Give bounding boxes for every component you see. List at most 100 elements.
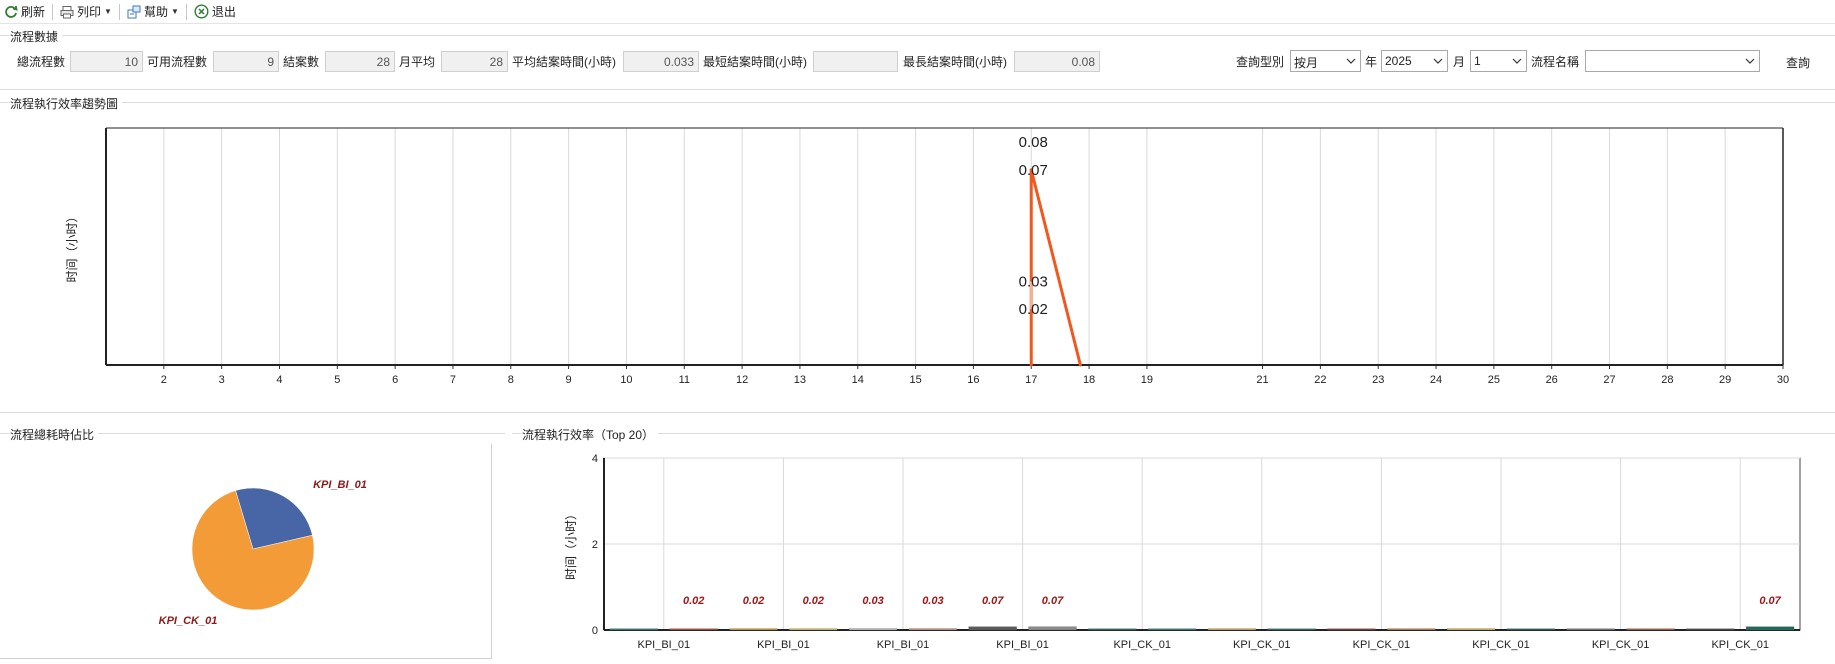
max-close-time-field[interactable]: 0.08: [1014, 51, 1100, 72]
toolbar-divider: [52, 3, 54, 20]
total-flows-field[interactable]: 10: [70, 51, 143, 72]
chevron-down-icon: [1346, 58, 1356, 64]
x-tick-label: KPI_CK_01: [1113, 639, 1170, 651]
toolbar-divider: [185, 3, 187, 20]
x-tick-label: 5: [334, 374, 340, 386]
year-value: 2025: [1385, 54, 1412, 68]
bar: [1686, 628, 1735, 631]
x-tick-label: 27: [1603, 374, 1615, 386]
refresh-label: 刷新: [21, 5, 46, 19]
y-axis-label: 时间（小时）: [65, 210, 79, 282]
chevron-down-icon: ▼: [104, 7, 112, 16]
x-tick-label: KPI_BI_01: [757, 639, 810, 651]
bar-value-label: 0.02: [683, 595, 704, 607]
min-close-time-field[interactable]: [813, 51, 898, 72]
flow-name-label: 流程名稱: [1531, 55, 1580, 69]
x-tick-label: 4: [276, 374, 282, 386]
help-button[interactable]: 幫助 ▼: [123, 1, 183, 23]
x-tick-label: KPI_BI_01: [877, 639, 930, 651]
chevron-down-icon: [1433, 58, 1443, 64]
monthly-avg-field[interactable]: 28: [441, 51, 508, 72]
bar: [1267, 628, 1316, 631]
bar: [1746, 626, 1795, 631]
pie-chart: KPI_BI_01 KPI_CK_01: [159, 479, 367, 627]
year-select[interactable]: 2025: [1381, 50, 1448, 72]
x-tick-label: 9: [566, 374, 572, 386]
x-tick-label: 14: [852, 374, 864, 386]
bar: [849, 628, 898, 631]
bar: [729, 628, 778, 631]
bar: [1148, 628, 1197, 631]
print-button[interactable]: 列印 ▼: [56, 1, 116, 23]
x-tick-label: 29: [1719, 374, 1731, 386]
query-type-select[interactable]: 按月: [1290, 50, 1361, 72]
stats-group-bottom: [0, 89, 1835, 90]
bar: [1566, 628, 1615, 631]
monthly-avg-label: 月平均: [399, 55, 436, 69]
bar: [1387, 628, 1436, 631]
bar-chart: 0 2 4 KPI_BI_01 KPI_BI_01 KPI_BI_01 KPI_BI_01 K…: [564, 453, 1801, 651]
bar-value-label: 0.07: [1759, 595, 1781, 607]
exit-button[interactable]: 退出: [190, 1, 240, 23]
month-select[interactable]: 1: [1470, 50, 1527, 72]
help-label: 幫助: [143, 5, 168, 19]
x-tick-label: 7: [450, 374, 456, 386]
x-tick-label: 24: [1430, 374, 1442, 386]
refresh-icon: [5, 5, 18, 18]
bar-group-border: [512, 433, 1835, 434]
data-label: 0.07: [1019, 162, 1048, 179]
y-tick-label: 0: [592, 625, 598, 637]
x-tick-label: 3: [219, 374, 225, 386]
bar: [1207, 628, 1256, 631]
bar: [1506, 628, 1555, 631]
x-tick-label: 11: [679, 374, 690, 386]
flow-name-select[interactable]: [1585, 50, 1760, 72]
x-tick-label: 23: [1372, 374, 1384, 386]
x-tick-label: 22: [1314, 374, 1326, 386]
chevron-down-icon: ▼: [170, 7, 179, 16]
y-tick-label: 4: [592, 453, 598, 465]
closed-cases-label: 結案數: [283, 55, 320, 69]
bar: [669, 628, 718, 631]
plot-area: [106, 128, 1783, 365]
bar-value-label: 0.02: [743, 595, 764, 607]
x-tick-label: 28: [1661, 374, 1673, 386]
available-flows-field[interactable]: 9: [213, 51, 279, 72]
bar: [789, 628, 838, 631]
min-close-time-label: 最短結案時間(小時): [703, 55, 807, 69]
x-tick-label: 26: [1546, 374, 1558, 386]
x-tick-label: 10: [620, 374, 632, 386]
y-axis-label: 时间（小时）: [564, 508, 578, 580]
query-button[interactable]: 查詢: [1768, 50, 1828, 72]
max-close-time-label: 最長結案時間(小時): [903, 55, 1007, 69]
print-label: 列印: [77, 5, 102, 19]
trend-point: [1029, 363, 1033, 367]
bar-value-label: 0.03: [922, 595, 943, 607]
x-tick-label: 2: [161, 374, 167, 386]
available-flows-label: 可用流程數: [147, 55, 208, 69]
y-tick-label: 2: [592, 539, 598, 551]
bar: [1327, 628, 1376, 631]
bar: [1447, 628, 1496, 631]
x-tick-label: 13: [794, 374, 806, 386]
pie-slice-label: KPI_CK_01: [159, 615, 218, 627]
x-tick-label: 17: [1025, 374, 1037, 386]
x-tick-label: KPI_BI_01: [638, 639, 691, 651]
bar: [908, 628, 957, 631]
printer-icon: [60, 5, 74, 18]
x-tick-label: KPI_CK_01: [1233, 639, 1290, 651]
stats-group-title: 流程數據: [10, 28, 63, 45]
x-tick-label: 25: [1488, 374, 1500, 386]
query-type-label: 查詢型別: [1236, 55, 1285, 69]
toolbar: 刷新 列印 ▼ 幫助 ▼ 退出: [0, 0, 1835, 24]
x-tick-label: KPI_BI_01: [996, 639, 1049, 651]
bar: [609, 628, 658, 631]
closed-cases-field[interactable]: 28: [325, 51, 395, 72]
x-tick-label: KPI_CK_01: [1472, 639, 1529, 651]
bar: [1626, 628, 1675, 631]
avg-close-time-field[interactable]: 0.033: [623, 51, 699, 72]
bar: [968, 626, 1017, 631]
x-tick-label: 19: [1141, 374, 1153, 386]
year-label: 年: [1365, 55, 1378, 69]
refresh-button[interactable]: 刷新: [0, 1, 49, 23]
